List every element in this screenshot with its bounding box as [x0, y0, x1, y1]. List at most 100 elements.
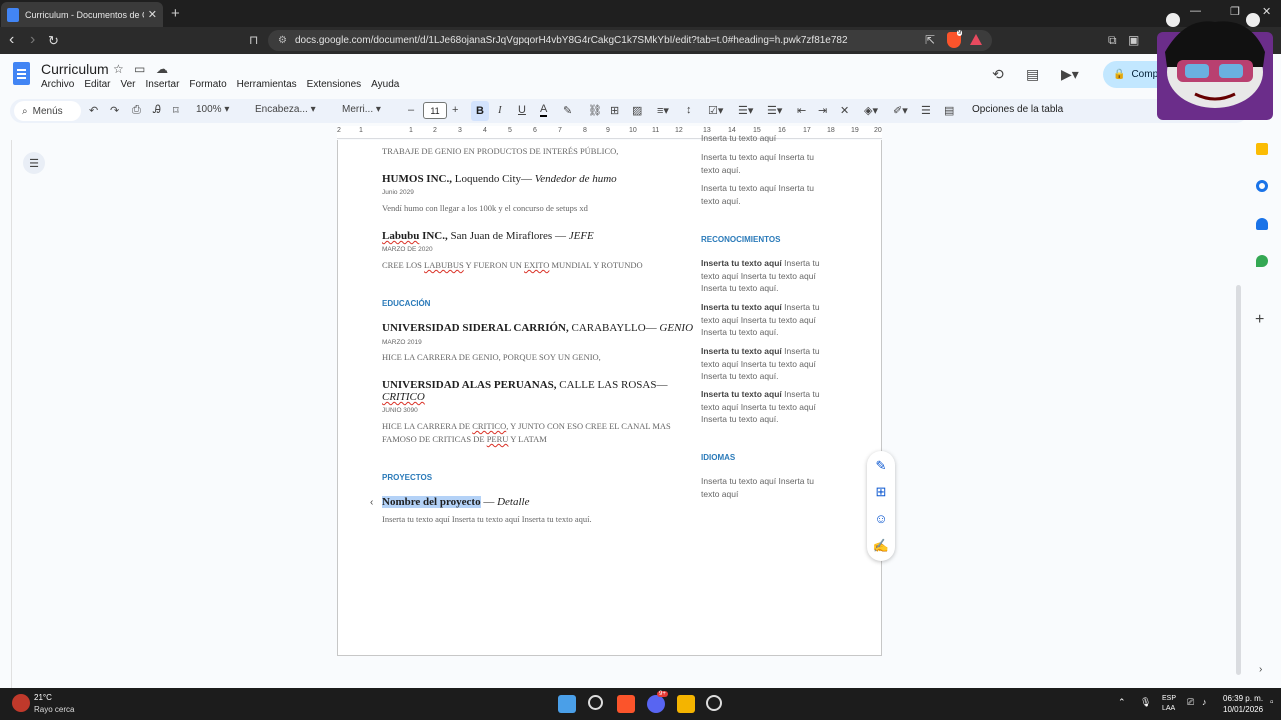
scrollbar[interactable] — [1236, 285, 1241, 675]
star-icon[interactable]: ☆ — [113, 62, 124, 76]
menu-herramientas[interactable]: Herramientas — [237, 79, 297, 90]
volume-icon[interactable]: ♪ — [1202, 697, 1207, 707]
brave-taskbar-icon[interactable] — [617, 695, 635, 713]
edit-ai-icon[interactable]: ✎ — [867, 458, 895, 474]
row-handle-icon[interactable]: ‹ — [370, 497, 373, 508]
obs-icon[interactable] — [706, 695, 722, 711]
network-icon[interactable]: ⎚ — [1187, 697, 1194, 708]
increase-indent-icon[interactable]: ⇥ — [818, 104, 827, 117]
menu-archivo[interactable]: Archivo — [41, 79, 74, 90]
text-color-button[interactable]: A — [540, 104, 548, 117]
notifications-icon[interactable]: ▫ — [1270, 697, 1274, 708]
menu-ver[interactable]: Ver — [120, 79, 135, 90]
print-icon[interactable]: ⎙ — [132, 104, 141, 117]
docs-logo-icon[interactable] — [13, 62, 30, 85]
search-menus[interactable]: ⌕ Menús — [14, 101, 81, 121]
back-icon[interactable]: ‹ — [9, 31, 14, 49]
taskbar-clock[interactable]: 06:39 p. m. 10/01/2026 — [1223, 693, 1263, 715]
discord-icon[interactable] — [647, 695, 665, 713]
menu-insertar[interactable]: Insertar — [146, 79, 180, 90]
url-field[interactable]: ⚙ docs.google.com/document/d/1LJe68ojana… — [268, 30, 992, 51]
increase-font-icon[interactable]: + — [452, 104, 458, 116]
browser-tab[interactable]: Curriculum - Documentos de Go ✕ — [1, 2, 163, 27]
add-comment-icon[interactable]: ⊞ — [867, 484, 895, 500]
reload-icon[interactable]: ↻ — [48, 33, 59, 49]
undo-icon[interactable]: ↶ — [89, 104, 98, 117]
redo-icon[interactable]: ↷ — [110, 104, 119, 117]
insert-image-icon[interactable]: ▨ — [632, 104, 642, 117]
add-addon-icon[interactable]: + — [1255, 311, 1264, 329]
move-folder-icon[interactable]: ▭ — [134, 62, 145, 76]
clock-time: 06:39 p. m. — [1223, 694, 1264, 703]
font-size-field[interactable]: 11 — [423, 102, 447, 119]
vertical-ruler[interactable] — [0, 140, 12, 688]
document-title[interactable]: Curriculum — [41, 61, 109, 77]
discord-badge: 9+ — [657, 691, 668, 697]
brave-rewards-icon[interactable] — [970, 34, 982, 45]
emoji-reaction-icon[interactable]: ☺ — [867, 511, 895, 526]
extensions-icon[interactable]: ⧉ — [1108, 33, 1117, 48]
font-select[interactable]: Merri... ▾ — [342, 104, 381, 115]
menu-editar[interactable]: Editar — [84, 79, 110, 90]
bulleted-list-icon[interactable]: ☰▾ — [738, 104, 753, 117]
keep-icon[interactable] — [1256, 143, 1268, 155]
menu-formato[interactable]: Formato — [189, 79, 226, 90]
numbered-list-icon[interactable]: ☰▾ — [767, 104, 782, 117]
add-comment-icon[interactable]: ⊞ — [610, 104, 619, 117]
comments-icon[interactable]: ▤ — [1026, 66, 1039, 83]
share-page-icon[interactable]: ⇱ — [925, 33, 935, 47]
site-info-icon[interactable]: ⚙ — [278, 35, 287, 46]
decrease-indent-icon[interactable]: ⇤ — [797, 104, 806, 117]
project-entry[interactable]: Nombre del proyecto — Detalle — [382, 496, 529, 508]
checklist-icon[interactable]: ☑▾ — [708, 104, 723, 117]
start-icon[interactable] — [558, 695, 576, 713]
side-panel-toggle-icon[interactable]: › — [1259, 664, 1262, 675]
weather-icon[interactable] — [12, 694, 30, 712]
tasks-icon[interactable] — [1256, 180, 1268, 192]
meet-icon[interactable]: ▶▾ — [1061, 66, 1079, 83]
maps-icon[interactable] — [1256, 255, 1268, 267]
line-spacing-icon[interactable]: ↕ — [686, 104, 692, 116]
link-icon[interactable]: ⛓ — [588, 104, 602, 117]
spellcheck-icon[interactable]: Ꭿ — [153, 104, 161, 117]
cloud-status-icon: ☁ — [156, 62, 168, 76]
italic-button[interactable]: I — [498, 104, 502, 116]
language-indicator[interactable]: ESP LAA — [1162, 694, 1176, 714]
highlight-icon[interactable]: ✎ — [563, 104, 572, 117]
floating-action-bar: ✎ ⊞ ☺ ✍ — [867, 451, 895, 561]
job-description: CREE LOS LABUBUS Y FUERON UN EXITO MUNDI… — [382, 260, 643, 270]
forward-icon[interactable]: › — [30, 31, 35, 49]
bold-button[interactable]: B — [471, 101, 489, 121]
border-dash-icon[interactable]: ▤ — [944, 104, 954, 117]
version-history-icon[interactable]: ⟲ — [992, 66, 1004, 83]
clear-format-icon[interactable]: ✕ — [840, 104, 849, 117]
suggest-edit-icon[interactable]: ✍ — [867, 538, 895, 554]
desc-part: HICE LA CARRERA DE — [382, 421, 473, 431]
file-explorer-icon[interactable] — [677, 695, 695, 713]
underline-button[interactable]: U — [518, 104, 526, 116]
document-outline-icon[interactable]: ☰ — [23, 152, 45, 174]
decrease-font-icon[interactable]: – — [408, 104, 414, 116]
paint-format-icon[interactable]: ⌑ — [173, 104, 179, 117]
ruler-tick: 3 — [458, 127, 462, 134]
menu-ayuda[interactable]: Ayuda — [371, 79, 399, 90]
job-entry-humos: HUMOS INC., Loquendo City— Vendedor de h… — [382, 173, 617, 185]
tray-chevron-icon[interactable]: ⌃ — [1118, 697, 1126, 708]
address-bar-row: ‹ › ↻ ⊓ ⚙ docs.google.com/document/d/1LJ… — [0, 27, 1281, 54]
align-icon[interactable]: ≡▾ — [657, 104, 669, 117]
border-color-icon[interactable]: ✐▾ — [893, 104, 908, 117]
zoom-select[interactable]: 100% ▾ — [196, 104, 229, 115]
fill-color-icon[interactable]: ◈▾ — [864, 104, 878, 117]
reading-list-icon[interactable]: ▣ — [1128, 33, 1139, 47]
bookmark-icon[interactable]: ⊓ — [249, 33, 258, 47]
search-icon[interactable] — [588, 695, 603, 710]
close-tab-icon[interactable]: ✕ — [148, 8, 157, 21]
style-select[interactable]: Encabeza... ▾ — [255, 104, 316, 115]
new-tab-button[interactable]: + — [171, 5, 180, 22]
contacts-icon[interactable] — [1256, 218, 1268, 230]
menu-extensiones[interactable]: Extensiones — [307, 79, 361, 90]
recognition-item: Inserta tu texto aquí Inserta tu texto a… — [701, 345, 826, 383]
table-options-button[interactable]: Opciones de la tabla — [972, 104, 1063, 115]
mic-icon[interactable]: 🎙 — [1140, 697, 1151, 708]
border-width-icon[interactable]: ☰ — [921, 104, 931, 117]
